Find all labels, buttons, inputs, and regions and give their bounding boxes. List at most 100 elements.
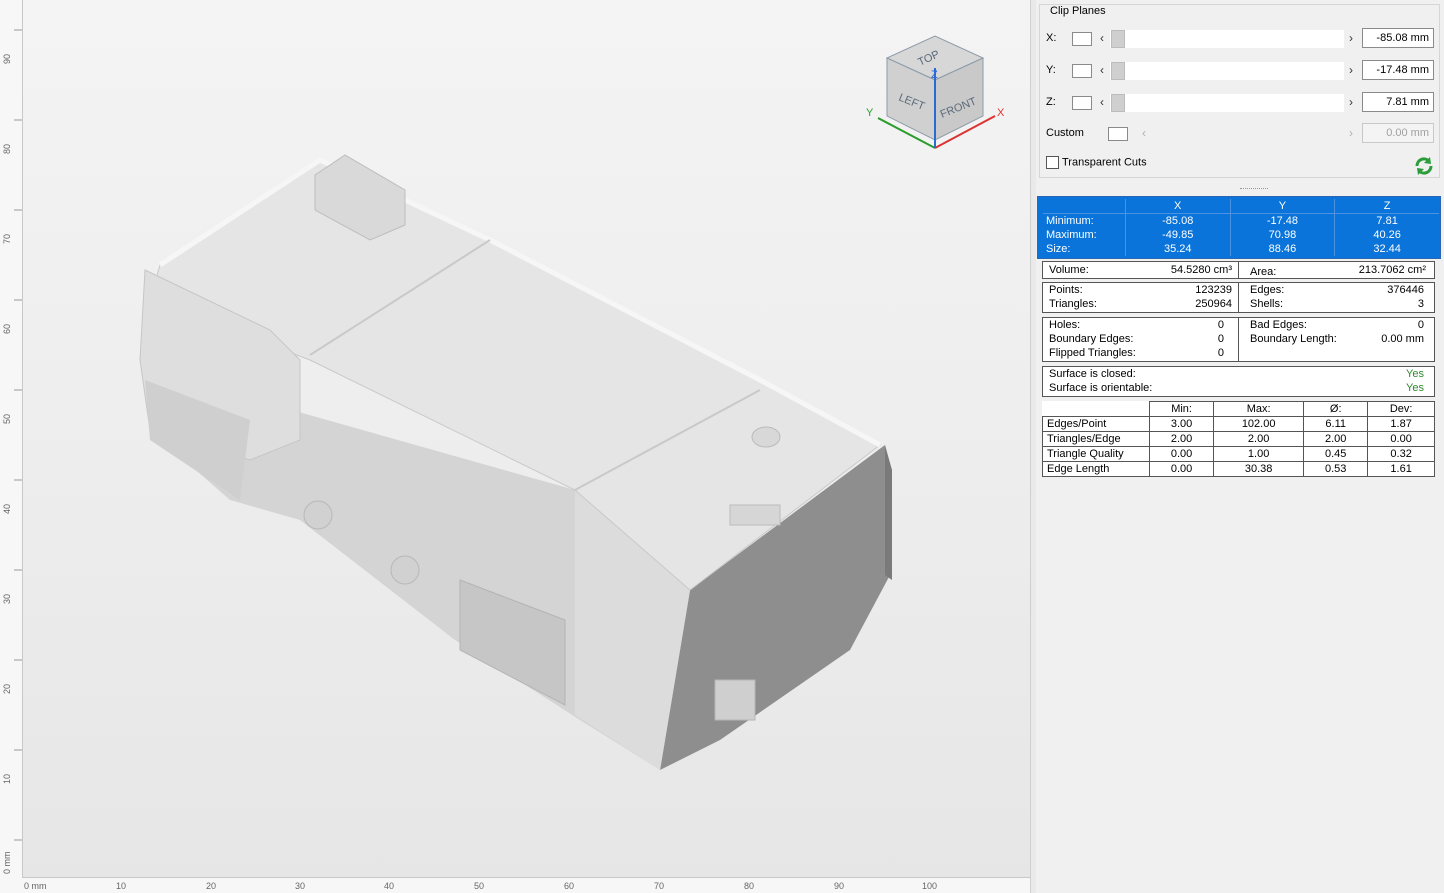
cell: 0.32 <box>1367 446 1435 462</box>
ruler-label: 90 <box>834 881 845 891</box>
boundary-length-value: 0.00 mm <box>1381 333 1424 345</box>
clip-x-decrease-icon[interactable]: ‹ <box>1100 31 1104 45</box>
points-box: Points: 123239 Triangles: 250964 <box>1042 282 1239 313</box>
cell: 102.00 <box>1213 416 1305 432</box>
cell: 88.46 <box>1229 242 1335 256</box>
clip-z-increase-icon[interactable]: › <box>1349 95 1353 109</box>
clip-y-toggle[interactable] <box>1072 64 1092 78</box>
points-label: Points: <box>1049 284 1083 296</box>
cell: 1.61 <box>1367 461 1435 477</box>
ruler-bottom: 0 mm 10 20 30 40 50 60 70 80 90 100 <box>22 877 1030 893</box>
cell: 3.00 <box>1148 416 1215 432</box>
checkbox-icon[interactable] <box>1046 156 1059 169</box>
ruler-left: 90 80 70 60 50 40 30 20 10 0 mm <box>0 0 23 893</box>
surface-closed-value: Yes <box>1406 368 1424 380</box>
clip-x-input[interactable]: -85.08 mm <box>1362 28 1434 48</box>
section-resize-grip[interactable] <box>1240 188 1268 192</box>
clip-row-y: Y: ‹ › -17.48 mm <box>1040 59 1439 83</box>
clip-z-slider[interactable] <box>1110 94 1344 112</box>
flipped-triangles-value: 0 <box>1217 347 1224 359</box>
cell: 40.26 <box>1334 228 1439 242</box>
table-row: Maximum: -49.85 70.98 40.26 <box>1043 228 1439 242</box>
area-label: Area: <box>1250 266 1277 278</box>
clip-custom-toggle[interactable] <box>1108 127 1128 141</box>
transparent-cuts-label: Transparent Cuts <box>1062 156 1147 169</box>
clip-z-toggle[interactable] <box>1072 96 1092 110</box>
ruler-label: 40 <box>384 881 395 891</box>
volume-label: Volume: <box>1049 264 1089 276</box>
boundary-edges-label: Boundary Edges: <box>1049 333 1134 345</box>
transparent-cuts-checkbox[interactable]: Transparent Cuts <box>1046 156 1147 169</box>
cell: 7.81 <box>1334 213 1439 228</box>
clip-x-slider-thumb[interactable] <box>1111 30 1125 48</box>
refresh-icon[interactable] <box>1413 155 1435 177</box>
ruler-label: 50 <box>474 881 485 891</box>
cell: 2.00 <box>1303 431 1369 447</box>
clip-y-slider-thumb[interactable] <box>1111 62 1125 80</box>
cell: -85.08 <box>1124 213 1231 228</box>
bad-edges-box: Bad Edges: 0 Boundary Length: 0.00 mm <box>1238 317 1435 362</box>
ruler-label: 0 mm <box>24 881 47 891</box>
ruler-label: 70 <box>654 881 665 891</box>
surface-box: Surface is closed: Yes Surface is orient… <box>1042 366 1435 397</box>
clip-custom-increase-icon: › <box>1349 126 1353 140</box>
axis-x-label: X <box>997 107 1005 119</box>
holes-label: Holes: <box>1049 319 1081 331</box>
ruler-label: 80 <box>744 881 755 891</box>
clip-y-input[interactable]: -17.48 mm <box>1362 60 1434 80</box>
surface-orientable-label: Surface is orientable: <box>1049 382 1153 394</box>
boundary-length-label: Boundary Length: <box>1250 333 1337 345</box>
clip-z-decrease-icon[interactable]: ‹ <box>1100 95 1104 109</box>
axis-y-label: Y <box>866 107 874 119</box>
shells-label: Shells: <box>1250 298 1284 310</box>
clip-x-toggle[interactable] <box>1072 32 1092 46</box>
ruler-label: 20 <box>2 683 12 694</box>
ruler-label: 70 <box>2 233 12 244</box>
clip-planes-title: Clip Planes <box>1048 5 1108 17</box>
ruler-label: 40 <box>2 503 12 514</box>
cell: 0.00 <box>1148 461 1215 477</box>
ruler-label: 10 <box>116 881 127 891</box>
ruler-label: 50 <box>2 413 12 424</box>
ruler-label: 10 <box>2 773 12 784</box>
row-label: Edges/Point <box>1042 416 1150 432</box>
col-max-header: Max: <box>1213 401 1305 417</box>
clip-x-increase-icon[interactable]: › <box>1349 31 1353 45</box>
cell: 1.87 <box>1367 416 1435 432</box>
ruler-label: 100 <box>922 881 938 891</box>
volume-box: Volume: 54.5280 cm³ <box>1042 261 1239 279</box>
row-label: Triangles/Edge <box>1042 431 1150 447</box>
cell: 0.45 <box>1303 446 1369 462</box>
cell: 32.44 <box>1334 242 1439 256</box>
table-row: Minimum: -85.08 -17.48 7.81 <box>1043 213 1439 228</box>
volume-value: 54.5280 cm³ <box>1170 264 1232 276</box>
ruler-label: 60 <box>2 323 12 334</box>
surface-closed-label: Surface is closed: <box>1049 368 1136 380</box>
col-min-header: Min: <box>1148 401 1215 417</box>
clip-z-input[interactable]: 7.81 mm <box>1362 92 1434 112</box>
clip-z-slider-thumb[interactable] <box>1111 94 1125 112</box>
triangles-value: 250964 <box>1195 298 1232 310</box>
col-dev-header: Dev: <box>1367 401 1435 417</box>
clip-row-z: Z: ‹ › 7.81 mm <box>1040 91 1439 115</box>
row-label: Triangle Quality <box>1042 446 1150 462</box>
clip-custom-label: Custom <box>1046 127 1084 139</box>
table-row: Triangle Quality 0.00 1.00 0.45 0.32 <box>1042 446 1435 462</box>
clip-x-slider[interactable] <box>1110 30 1344 48</box>
cell: 0.00 <box>1367 431 1435 447</box>
ruler-label: 30 <box>2 593 12 604</box>
clip-y-increase-icon[interactable]: › <box>1349 63 1353 77</box>
surface-orientable-value: Yes <box>1406 382 1424 394</box>
3d-viewport[interactable]: 90 80 70 60 50 40 30 20 10 0 mm 0 mm 10 … <box>0 0 1030 893</box>
clip-x-label: X: <box>1046 32 1057 44</box>
points-value: 123239 <box>1195 284 1232 296</box>
shells-value: 3 <box>1417 298 1424 310</box>
clip-y-slider[interactable] <box>1110 62 1344 80</box>
clip-custom-decrease-icon: ‹ <box>1142 126 1146 140</box>
boundary-edges-value: 0 <box>1217 333 1224 345</box>
clip-y-decrease-icon[interactable]: ‹ <box>1100 63 1104 77</box>
flipped-triangles-label: Flipped Triangles: <box>1049 347 1136 359</box>
cell: 6.11 <box>1303 416 1369 432</box>
triangles-label: Triangles: <box>1049 298 1097 310</box>
view-cube[interactable]: TOP LEFT FRONT X Y Z <box>860 28 1010 158</box>
